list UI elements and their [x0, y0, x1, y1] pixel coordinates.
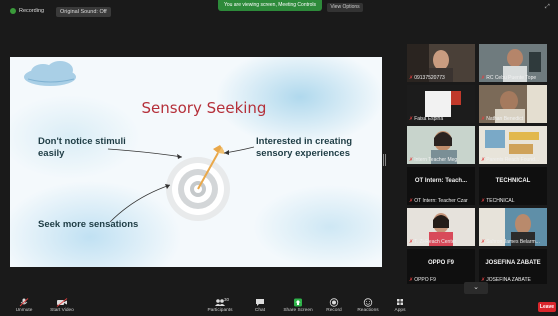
participant-tile[interactable]: ✗09137520773 [407, 44, 475, 82]
participant-name: Faisa Espiña [414, 116, 444, 122]
original-sound-toggle[interactable]: Original Sound: Off [56, 7, 111, 17]
participant-gallery: ✗09137520773 ✗RC Cebu Puente Tope ✗Faisa… [407, 44, 547, 284]
muted-mic-icon: ✗ [481, 239, 486, 245]
participant-display-name: TECHNICAL [495, 178, 531, 184]
share-screen-button[interactable]: Share Screen [282, 298, 314, 313]
chat-icon [256, 299, 264, 306]
participant-tile[interactable]: ✗Sahron James Belarm... [479, 208, 547, 246]
shared-screen-slide: Sensory Seeking Don't notice stimuli eas… [10, 57, 382, 267]
share-screen-icon [294, 298, 302, 307]
recording-dot-icon [10, 8, 16, 14]
sharing-banner[interactable]: You are viewing screen, Meeting Controls [218, 0, 322, 11]
record-button[interactable]: Record [318, 298, 350, 313]
unmute-label: Unmute [15, 308, 33, 313]
participants-count: 30 [224, 297, 230, 302]
slide-text-dont-notice: Don't notice stimuli easily [38, 136, 126, 159]
participant-name: OT Intern: Teacher Czar [414, 198, 468, 204]
reactions-icon [363, 298, 373, 307]
participant-name: RC Cebu Puente Tope [486, 75, 537, 81]
top-bar: Recording Original Sound: Off You are vi… [0, 0, 558, 22]
microphone-muted-icon [19, 298, 29, 307]
participant-name: T. Zi-Reach Center [414, 239, 457, 245]
recording-indicator[interactable]: Recording [10, 8, 44, 14]
participant-tile[interactable]: ✗Parents Reach Found... [479, 126, 547, 164]
apps-label: Apps [394, 308, 406, 313]
leave-button[interactable]: Leave [538, 302, 556, 312]
muted-mic-icon: ✗ [409, 157, 414, 163]
muted-mic-icon: ✗ [481, 157, 486, 163]
recording-label: Recording [19, 8, 45, 14]
participant-tile[interactable]: OPPO F9 ✗OPPO F9 [407, 249, 475, 284]
slide-text-interested: Interested in creating sensory experienc… [256, 136, 353, 159]
participant-tile[interactable]: ✗Faisa Espiña [407, 85, 475, 123]
record-icon [329, 298, 339, 307]
split-handle[interactable] [383, 154, 386, 166]
slide-text-seek-more: Seek more sensations [38, 219, 139, 230]
zoom-meeting-window: Recording Original Sound: Off You are vi… [0, 0, 558, 316]
share-screen-label: Share Screen [283, 308, 313, 313]
reactions-label: Reactions [357, 308, 379, 313]
participant-tile[interactable]: ✗T. Zi-Reach Center [407, 208, 475, 246]
muted-mic-icon: ✗ [409, 116, 414, 122]
muted-mic-icon: ✗ [409, 239, 414, 245]
chat-label: Chat [254, 308, 266, 313]
reactions-button[interactable]: Reactions [352, 298, 384, 313]
unmute-button[interactable]: Unmute [8, 298, 40, 313]
participant-name: Intern Teacher Meg [414, 157, 458, 163]
participant-tile-active-speaker[interactable]: ✗Intern Teacher Meg [407, 126, 475, 164]
start-video-button[interactable]: Start Video [46, 298, 78, 313]
muted-mic-icon: ✗ [481, 198, 486, 204]
view-options-button[interactable]: View Options [327, 3, 363, 12]
participant-name: OPPO F9 [414, 277, 436, 283]
muted-mic-icon: ✗ [409, 75, 414, 81]
participants-button[interactable]: 30 Participants [204, 297, 236, 313]
participant-name: 09137520773 [414, 75, 445, 81]
participant-name: Nathan Benedict [486, 116, 524, 122]
participant-tile[interactable]: JOSEFINA ZABATE ✗JOSEFINA ZABATE [479, 249, 547, 284]
meeting-toolbar: Unmute Start Video 30 Participants Chat [0, 296, 558, 316]
start-video-label: Start Video [50, 308, 74, 313]
arrow-left-bottom [109, 184, 171, 223]
participant-name: Parents Reach Found... [486, 157, 540, 163]
slide-title: Sensory Seeking [141, 99, 267, 117]
muted-mic-icon: ✗ [481, 116, 486, 122]
participants-label: Participants [207, 308, 233, 313]
chevron-down-icon[interactable]: ⌄ [464, 282, 488, 294]
participant-tile[interactable]: OT Intern: Teach... ✗OT Intern: Teacher … [407, 167, 475, 205]
chat-button[interactable]: Chat [244, 298, 276, 313]
participant-name: Sahron James Belarm... [486, 239, 540, 245]
muted-mic-icon: ✗ [409, 277, 414, 283]
participant-display-name: JOSEFINA ZABATE [485, 260, 541, 266]
participant-name: TECHNICAL [486, 198, 515, 204]
fullscreen-icon[interactable]: ⤢ [545, 4, 553, 10]
participant-tile[interactable]: TECHNICAL ✗TECHNICAL [479, 167, 547, 205]
muted-mic-icon: ✗ [409, 198, 414, 204]
muted-mic-icon: ✗ [481, 75, 486, 81]
participant-display-name: OPPO F9 [427, 260, 454, 266]
participant-tile[interactable]: ✗Nathan Benedict [479, 85, 547, 123]
apps-icon [397, 299, 403, 305]
record-label: Record [326, 308, 342, 313]
apps-button[interactable]: Apps [384, 298, 416, 313]
participant-name: JOSEFINA ZABATE [486, 277, 531, 283]
cloud-icon [24, 61, 76, 86]
video-off-icon [56, 298, 68, 307]
participant-tile[interactable]: ✗RC Cebu Puente Tope [479, 44, 547, 82]
slide-graphics [24, 61, 255, 223]
participant-display-name: OT Intern: Teach... [414, 178, 468, 184]
